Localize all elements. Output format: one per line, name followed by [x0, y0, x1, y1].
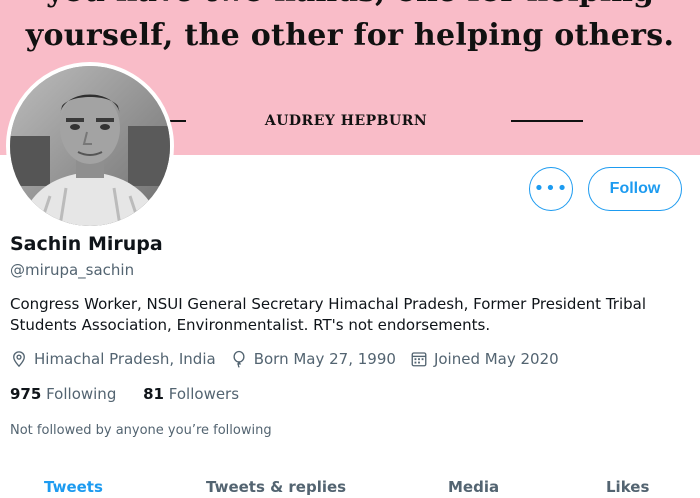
profile-meta: Himachal Pradesh, India Born May 27, 199… — [10, 350, 573, 368]
balloon-icon — [233, 350, 245, 368]
banner-quote-line-1: you have two hands, one for helping — [0, 0, 700, 9]
follow-button[interactable]: Follow — [588, 167, 682, 211]
profile-joined: Joined May 2020 — [410, 350, 559, 368]
following-link[interactable]: 975 Following — [10, 385, 116, 403]
profile-name: Sachin Mirupa — [10, 233, 163, 255]
followers-link[interactable]: 81 Followers — [143, 385, 239, 403]
mutuals-note: Not followed by anyone you’re following — [10, 423, 272, 438]
profile-birthday: Born May 27, 1990 — [230, 350, 396, 368]
profile-location: Himachal Pradesh, India — [10, 350, 216, 368]
tab-media[interactable]: Media — [448, 478, 499, 496]
follow-counts: 975 Following 81 Followers — [10, 385, 261, 403]
tab-tweets-replies[interactable]: Tweets & replies — [206, 478, 346, 496]
avatar[interactable] — [6, 62, 174, 230]
tab-likes[interactable]: Likes — [606, 478, 649, 496]
calendar-icon — [411, 352, 427, 367]
avatar-photo — [10, 66, 170, 226]
profile-handle: @mirupa_sachin — [10, 261, 135, 279]
tab-tweets[interactable]: Tweets — [44, 478, 103, 496]
banner-divider-right — [511, 120, 583, 122]
profile-tabs: Tweets Tweets & replies Media Likes — [0, 478, 700, 498]
more-icon: ••• — [533, 178, 569, 199]
more-button[interactable]: ••• — [529, 167, 573, 211]
profile-bio: Congress Worker, NSUI General Secretary … — [10, 295, 647, 334]
banner-quote-line-2: yourself, the other for helping others. — [25, 18, 675, 53]
location-pin-icon — [13, 351, 25, 368]
